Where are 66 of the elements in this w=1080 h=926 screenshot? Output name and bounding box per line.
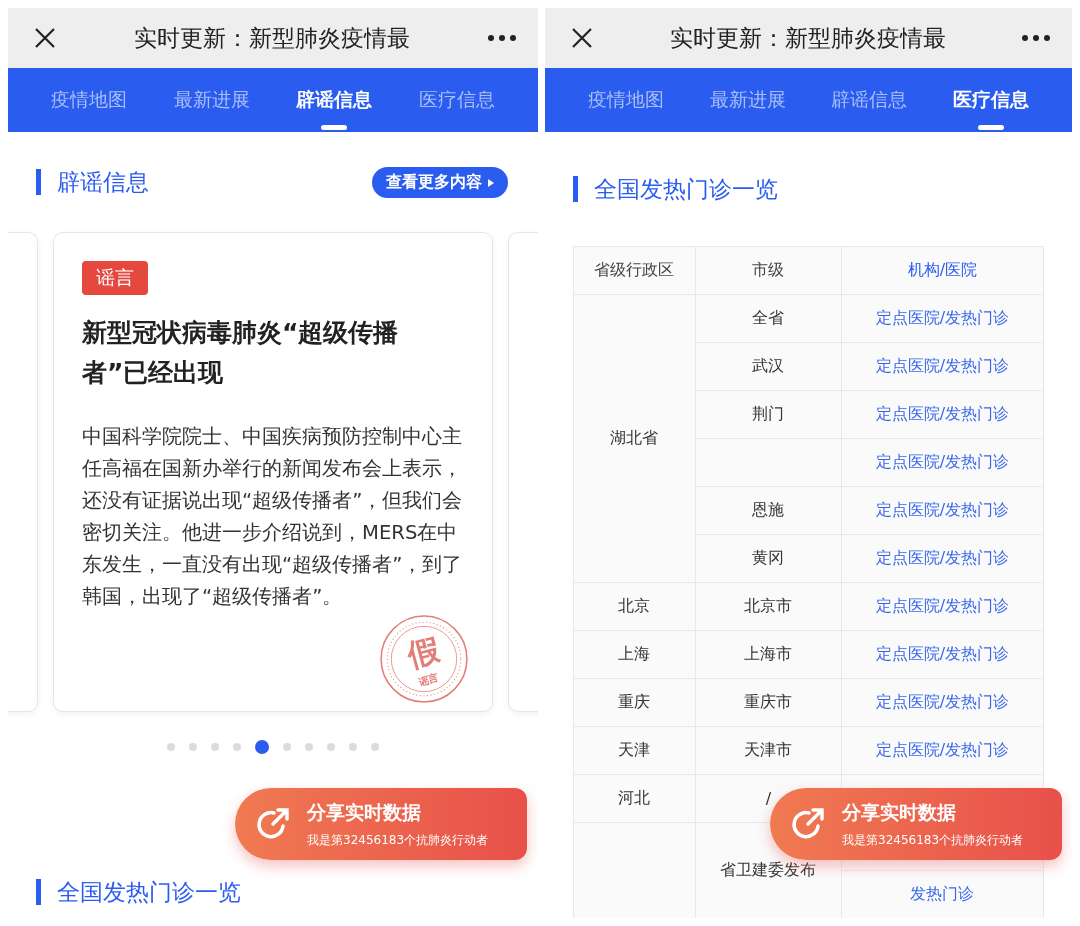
page-title: 实时更新：新型肺炎疫情最 <box>133 23 411 53</box>
tab-indicator <box>978 125 1005 130</box>
city-cell: 上海市 <box>695 630 842 679</box>
tab[interactable]: 最新进展 <box>173 68 250 132</box>
clinic-link[interactable]: 定点医院/发热门诊 <box>841 534 1044 583</box>
clinic-link[interactable]: 定点医院/发热门诊 <box>841 390 1044 439</box>
close-icon[interactable] <box>571 27 593 49</box>
clinic-link[interactable]: 定点医院/发热门诊 <box>841 678 1044 727</box>
tab[interactable]: 疫情地图 <box>51 68 128 132</box>
city-cell: 天津市 <box>695 726 842 775</box>
city-cell: 武汉 <box>695 342 842 391</box>
city-cell: 荆门 <box>695 390 842 439</box>
fake-stamp-drawing: 假 谣言 <box>378 613 470 705</box>
clinic-link[interactable]: 定点医院/发热门诊 <box>841 294 1044 343</box>
city-cell: 北京市 <box>695 582 842 631</box>
page-dot[interactable] <box>233 743 241 751</box>
more-button[interactable]: 查看更多内容 <box>372 166 508 198</box>
tab[interactable]: 最新进展 <box>709 68 786 132</box>
share-button[interactable]: 分享实时数据 我是第32456183个抗肺炎行动者 <box>770 788 1062 860</box>
clinic-link[interactable]: 定点医院/发热门诊 <box>841 726 1044 775</box>
more-icon[interactable] <box>1022 35 1050 41</box>
city-cell: 全省 <box>695 294 842 343</box>
tab-indicator <box>321 125 348 130</box>
province-cell: 上海 <box>573 630 696 679</box>
page-title: 实时更新：新型肺炎疫情最 <box>668 23 947 53</box>
province-cell: 河北 <box>573 774 696 823</box>
page-dot[interactable] <box>189 743 197 751</box>
tab[interactable]: 疫情地图 <box>587 68 664 132</box>
page-dot[interactable] <box>349 743 357 751</box>
headline: 新型冠状病毒肺炎“超级传播者”已经出现 <box>82 317 400 389</box>
column-header: 市级 <box>695 246 842 295</box>
tab[interactable]: 辟谣信息 <box>831 68 908 132</box>
city-cell: 黄冈 <box>695 534 842 583</box>
clinic-link[interactable]: 定点医院/发热门诊 <box>841 438 1044 487</box>
city-cell: 重庆市 <box>695 678 842 727</box>
page-dot[interactable] <box>305 743 313 751</box>
clinic-link[interactable]: 定点医院/发热门诊 <box>841 582 1044 631</box>
section-title: 全国发热门诊一览 <box>36 879 241 905</box>
tab[interactable]: 医疗信息 <box>953 68 1030 132</box>
share-button[interactable]: 分享实时数据 我是第32456183个抗肺炎行动者 <box>235 788 527 860</box>
page-dot[interactable] <box>327 743 335 751</box>
article-text: 中国科学院院士、中国疾病预防控制中心主任高福在国新办举行的新闻发布会上表示，还没有证据说出现“超级传播者”，但我们会密切关注。他进一步介绍说到，MERS在中东发生，一直没有出现“超级传播者”，到了韩国，出现了“超级传播者”。 <box>82 424 464 610</box>
tab[interactable]: 医疗信息 <box>418 68 495 132</box>
province-cell: 天津 <box>573 726 696 775</box>
province-cell: 北京 <box>573 582 696 631</box>
page-dot[interactable] <box>371 743 379 751</box>
clinic-link[interactable]: 发热门诊 <box>841 870 1044 918</box>
section-title: 辟谣信息 <box>36 169 149 195</box>
close-icon[interactable] <box>34 27 56 49</box>
page-dot[interactable] <box>283 743 291 751</box>
clinic-link[interactable]: 定点医院/发热门诊 <box>841 342 1044 391</box>
more-icon[interactable] <box>488 35 516 41</box>
page-dot[interactable] <box>167 743 175 751</box>
province-cell: 湖北省 <box>573 294 696 583</box>
page-dot[interactable] <box>211 743 219 751</box>
page-dot[interactable] <box>255 740 269 754</box>
tab[interactable]: 辟谣信息 <box>296 68 373 132</box>
caret-icon <box>488 178 494 187</box>
clinic-link[interactable]: 定点医院/发热门诊 <box>841 486 1044 535</box>
city-cell: 恩施 <box>695 486 842 535</box>
section-title: 全国发热门诊一览 <box>573 176 778 202</box>
province-cell: 重庆 <box>573 678 696 727</box>
clinic-link[interactable]: 定点医院/发热门诊 <box>841 630 1044 679</box>
column-header: 省级行政区 <box>573 246 696 295</box>
rumor-tag: 谣言 <box>82 261 148 295</box>
column-header: 机构/医院 <box>841 246 1044 295</box>
